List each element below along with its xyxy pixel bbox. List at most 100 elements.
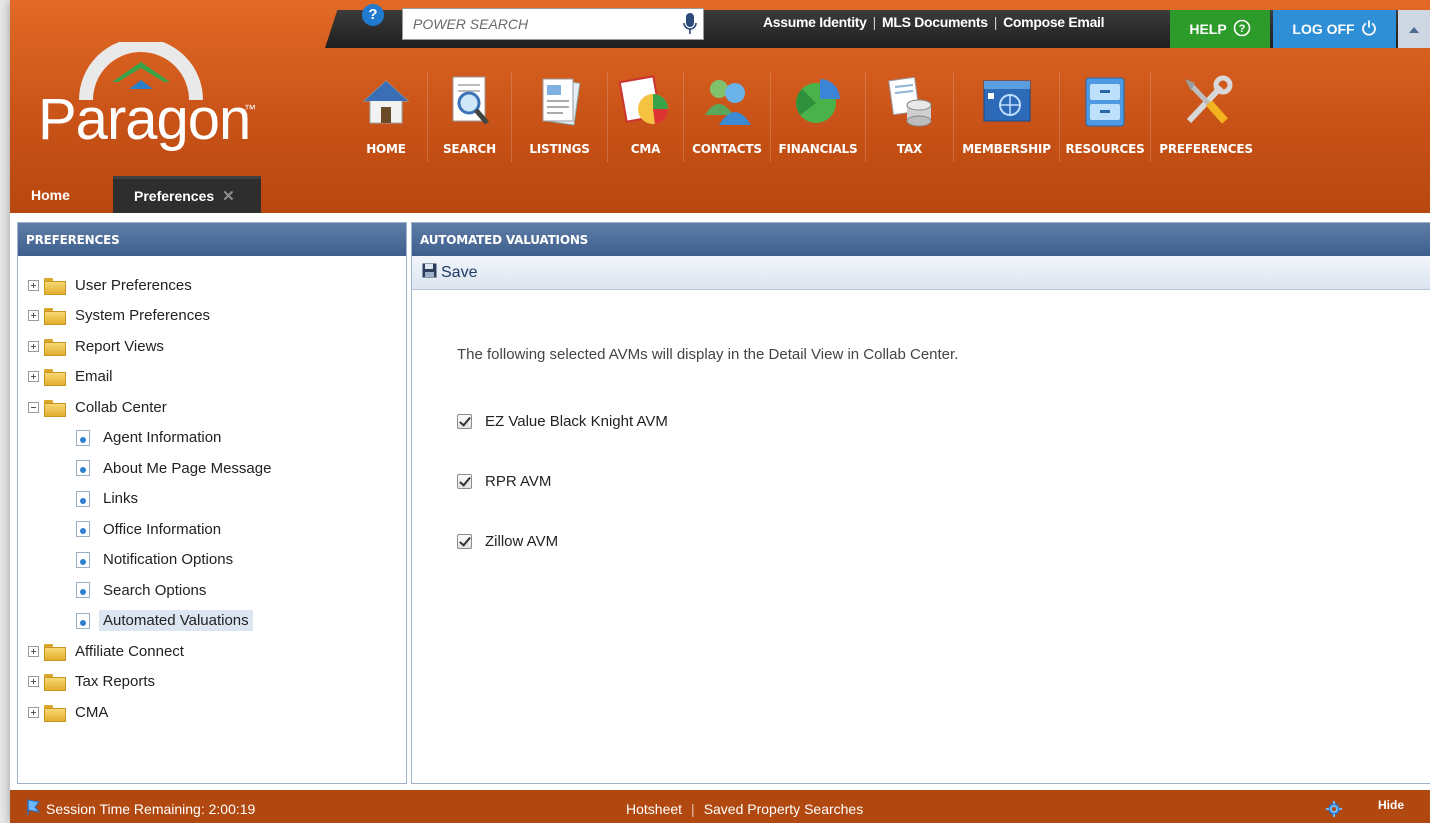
tree-item-agent-information[interactable]: Agent Information bbox=[18, 423, 406, 454]
app-window: ? Assume Identity | MLS Documents | Comp… bbox=[10, 0, 1430, 823]
folder-icon bbox=[44, 338, 66, 356]
tree-item-label: Collab Center bbox=[75, 398, 167, 416]
expand-icon[interactable] bbox=[28, 371, 39, 383]
nav-search[interactable]: SEARCH bbox=[428, 72, 512, 162]
expand-icon[interactable] bbox=[28, 279, 39, 291]
tree-item-office-information[interactable]: Office Information bbox=[18, 514, 406, 545]
folder-icon bbox=[44, 704, 66, 722]
avm-option-ez-value[interactable]: EZ Value Black Knight AVM bbox=[457, 391, 1430, 451]
folder-icon bbox=[44, 308, 66, 326]
expand-icon[interactable] bbox=[28, 340, 39, 352]
expand-icon[interactable] bbox=[28, 310, 39, 322]
tree-item-label: Search Options bbox=[103, 581, 207, 599]
compose-email-link[interactable]: Compose Email bbox=[1003, 14, 1104, 30]
main-nav: HOME SEARCH LISTINGS CMA CONTACTS FINANC… bbox=[345, 72, 1261, 162]
tree-item-user-preferences[interactable]: User Preferences bbox=[18, 270, 406, 301]
tree-item-label: About Me Page Message bbox=[103, 459, 272, 477]
nav-resources-label: RESOURCES bbox=[1065, 142, 1145, 156]
tree-item-links[interactable]: Links bbox=[18, 484, 406, 515]
assume-identity-link[interactable]: Assume Identity bbox=[763, 14, 867, 30]
tree-item-tax-reports[interactable]: Tax Reports bbox=[18, 667, 406, 698]
pie-chart-report-icon bbox=[618, 72, 674, 132]
power-search-box bbox=[402, 8, 704, 40]
page-icon bbox=[76, 490, 90, 507]
rpr-checkbox[interactable] bbox=[457, 473, 472, 489]
tree-item-email[interactable]: Email bbox=[18, 362, 406, 393]
avm-option-zillow[interactable]: Zillow AVM bbox=[457, 511, 1430, 571]
tab-preferences[interactable]: Preferences ✕ bbox=[113, 176, 261, 213]
link-separator: | bbox=[872, 14, 877, 30]
collapse-header-button[interactable] bbox=[1398, 10, 1430, 48]
tree-item-collab-center[interactable]: Collab Center bbox=[18, 392, 406, 423]
log-off-button[interactable]: LOG OFF bbox=[1273, 10, 1396, 48]
mls-documents-link[interactable]: MLS Documents bbox=[882, 14, 988, 30]
page-icon bbox=[76, 612, 90, 629]
tree-item-about-me-page-message[interactable]: About Me Page Message bbox=[18, 453, 406, 484]
automated-valuations-panel: AUTOMATED VALUATIONS Save The following … bbox=[411, 222, 1430, 784]
hotsheet-link[interactable]: Hotsheet bbox=[626, 801, 682, 817]
session-flag-icon bbox=[26, 799, 41, 818]
nav-preferences[interactable]: PREFERENCES bbox=[1151, 72, 1261, 162]
tax-database-icon bbox=[882, 72, 938, 132]
tree-item-search-options[interactable]: Search Options bbox=[18, 575, 406, 606]
preferences-panel-title: PREFERENCES bbox=[18, 223, 406, 256]
folder-icon bbox=[44, 277, 66, 295]
nav-membership[interactable]: MEMBERSHIP bbox=[954, 72, 1060, 162]
nav-search-label: SEARCH bbox=[442, 142, 497, 156]
nav-listings-label: LISTINGS bbox=[529, 142, 590, 156]
nav-membership-label: MEMBERSHIP bbox=[962, 142, 1051, 156]
tree-item-label: Report Views bbox=[75, 337, 164, 355]
help-circle-icon: ? bbox=[1233, 19, 1251, 40]
logo-trademark: ™ bbox=[244, 102, 256, 116]
nav-financials[interactable]: FINANCIALS bbox=[771, 72, 866, 162]
close-tab-icon[interactable]: ✕ bbox=[222, 187, 235, 205]
help-question-icon[interactable]: ? bbox=[362, 4, 384, 26]
tree-item-label: Affiliate Connect bbox=[75, 642, 184, 660]
nav-tax[interactable]: TAX bbox=[866, 72, 954, 162]
tree-item-label: Agent Information bbox=[103, 429, 222, 447]
help-button[interactable]: HELP ? bbox=[1170, 10, 1270, 48]
hide-footer-button[interactable]: Hide bbox=[1378, 798, 1404, 812]
filing-cabinet-icon bbox=[1077, 72, 1133, 132]
nav-cma[interactable]: CMA bbox=[608, 72, 684, 162]
tree-item-report-views[interactable]: Report Views bbox=[18, 331, 406, 362]
nav-contacts[interactable]: CONTACTS bbox=[684, 72, 771, 162]
expand-icon[interactable] bbox=[28, 706, 39, 718]
link-separator: | bbox=[993, 14, 998, 30]
expand-icon[interactable] bbox=[28, 645, 39, 657]
tree-item-notification-options[interactable]: Notification Options bbox=[18, 545, 406, 576]
tree-item-cma[interactable]: CMA bbox=[18, 697, 406, 728]
log-off-button-label: LOG OFF bbox=[1292, 21, 1355, 37]
tree-item-automated-valuations[interactable]: Automated Valuations bbox=[18, 606, 406, 637]
zillow-checkbox[interactable] bbox=[457, 533, 472, 549]
tree-item-label: User Preferences bbox=[75, 276, 192, 294]
page-icon bbox=[76, 429, 90, 446]
tree-item-label: Notification Options bbox=[103, 551, 234, 569]
nav-preferences-label: PREFERENCES bbox=[1159, 142, 1253, 156]
collapse-icon[interactable] bbox=[28, 401, 39, 413]
gear-icon[interactable] bbox=[1326, 801, 1342, 820]
tab-home[interactable]: Home bbox=[10, 176, 113, 213]
saved-property-searches-link[interactable]: Saved Property Searches bbox=[704, 801, 864, 817]
microphone-icon[interactable] bbox=[677, 10, 703, 38]
page-icon bbox=[76, 551, 90, 568]
tree-item-affiliate-connect[interactable]: Affiliate Connect bbox=[18, 636, 406, 667]
header: ? Assume Identity | MLS Documents | Comp… bbox=[10, 0, 1430, 213]
tree-item-label: Email bbox=[75, 368, 113, 386]
nav-resources[interactable]: RESOURCES bbox=[1060, 72, 1151, 162]
save-button[interactable]: Save bbox=[412, 256, 1430, 290]
ez-value-checkbox[interactable] bbox=[457, 413, 472, 429]
tree-item-system-preferences[interactable]: System Preferences bbox=[18, 301, 406, 332]
power-search-input[interactable] bbox=[403, 10, 677, 38]
nav-listings[interactable]: LISTINGS bbox=[512, 72, 608, 162]
automated-valuations-title: AUTOMATED VALUATIONS bbox=[412, 223, 1430, 256]
nav-home[interactable]: HOME bbox=[345, 72, 428, 162]
nav-contacts-label: CONTACTS bbox=[692, 142, 762, 156]
session-timer-text: Session Time Remaining: 2:00:19 bbox=[46, 800, 256, 817]
tree-item-label: Tax Reports bbox=[75, 673, 156, 691]
page-icon bbox=[76, 582, 90, 599]
listing-document-icon bbox=[532, 72, 588, 132]
expand-icon[interactable] bbox=[28, 676, 39, 688]
avm-option-label: Zillow AVM bbox=[485, 532, 559, 550]
avm-option-rpr[interactable]: RPR AVM bbox=[457, 451, 1430, 511]
